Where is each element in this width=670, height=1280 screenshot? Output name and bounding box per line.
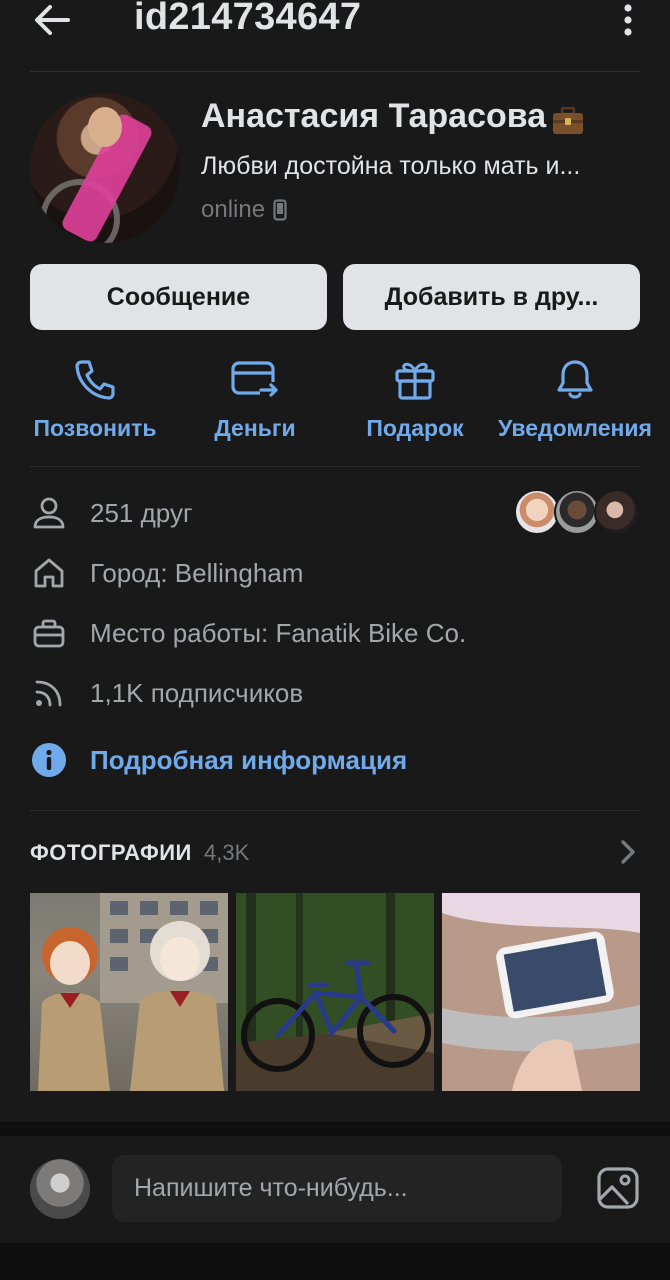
briefcase-emoji-icon (552, 105, 584, 134)
photo-thumbnail[interactable] (30, 893, 228, 1091)
phone-icon (73, 355, 117, 405)
online-status: online (201, 196, 287, 224)
user-icon (30, 494, 68, 532)
photos-count: 4,3K (204, 840, 250, 865)
briefcase-icon (30, 614, 68, 652)
gift-action[interactable]: Подарок (333, 355, 497, 451)
page-title: id214734647 (134, 0, 362, 38)
friends-count: 251 друг (90, 497, 193, 528)
work-row: Место работы: Fanatik Bike Co. (30, 608, 640, 658)
work-text: Место работы: Fanatik Bike Co. (90, 617, 467, 648)
details-link[interactable]: Подробная информация (90, 745, 407, 776)
call-label: Позвонить (33, 415, 157, 441)
profile-name-text: Анастасия Тарасова (201, 97, 547, 135)
profile-name: Анастасия Тарасова (201, 97, 584, 136)
money-transfer-icon (230, 355, 280, 405)
actions-divider (30, 466, 640, 467)
message-button[interactable]: Сообщение (30, 264, 327, 330)
chevron-right-icon[interactable] (618, 838, 638, 866)
header: id214734647 (0, 0, 670, 44)
bell-icon (553, 355, 597, 405)
my-avatar (30, 1159, 90, 1219)
mobile-phone-icon (273, 199, 287, 221)
friend-avatar (594, 489, 640, 535)
gift-icon (393, 355, 437, 405)
followers-row[interactable]: 1,1K подписчиков (30, 668, 640, 718)
profile-page: id214734647 Анастасия Тарасова Любви дос… (0, 0, 670, 1280)
profile-status: Любви достойна только мать и... (201, 152, 581, 180)
attach-photo-button[interactable] (594, 1164, 642, 1212)
money-action[interactable]: Деньги (173, 355, 337, 451)
notifications-label: Уведомления (498, 415, 652, 441)
gift-label: Подарок (366, 415, 464, 441)
details-link-row[interactable]: Подробная информация (30, 735, 640, 785)
header-divider (30, 71, 640, 72)
photo-thumbnail[interactable] (236, 893, 434, 1091)
info-circle-icon (30, 741, 68, 779)
rss-feed-icon (30, 674, 68, 712)
back-button[interactable] (28, 0, 76, 40)
call-action[interactable]: Позвонить (13, 355, 177, 451)
city-row: Город: Bellingham (30, 548, 640, 598)
image-gallery-icon (597, 1167, 639, 1209)
bottom-bar (0, 1243, 670, 1280)
arrow-left-icon (35, 5, 70, 35)
profile-avatar[interactable] (30, 93, 180, 243)
section-separator (0, 1122, 670, 1136)
info-divider (30, 810, 640, 811)
home-icon (30, 554, 68, 592)
money-label: Деньги (214, 415, 296, 441)
notifications-action[interactable]: Уведомления (493, 355, 657, 451)
city-text: Город: Bellingham (90, 557, 304, 588)
friend-avatars[interactable] (514, 489, 640, 535)
post-input[interactable]: Напишите что-нибудь... (112, 1155, 562, 1222)
followers-count: 1,1K подписчиков (90, 677, 304, 708)
photo-thumbnail[interactable] (442, 893, 640, 1091)
add-friend-button[interactable]: Добавить в дру... (343, 264, 640, 330)
photos-section-title[interactable]: ФОТОГРАФИИ (30, 840, 192, 866)
more-vertical-icon (624, 4, 632, 36)
more-button[interactable] (614, 0, 642, 40)
avatar-photo-detail (88, 107, 122, 147)
online-text: online (201, 196, 266, 223)
